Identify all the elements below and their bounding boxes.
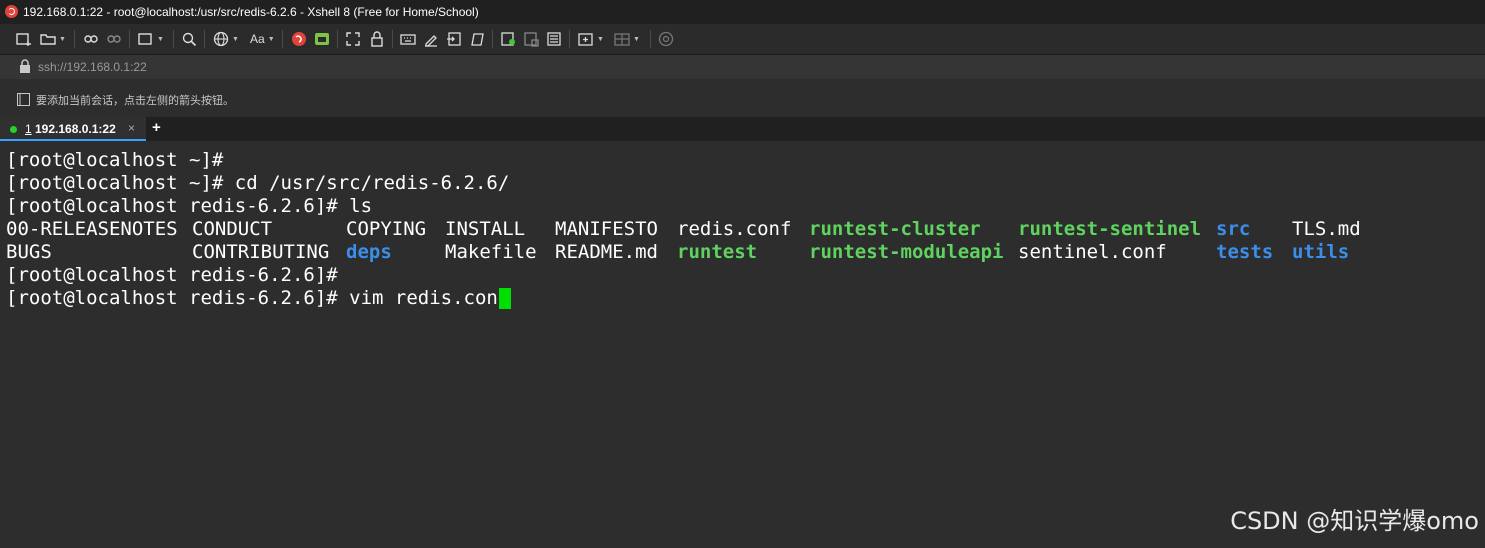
connected-status-icon <box>10 126 17 133</box>
ls-entry-file: redis.conf <box>677 218 792 240</box>
toolbar: ▼ ▼ ▼ Aa ▼ ▼ ▼ <box>0 24 1485 55</box>
toolbar-divider <box>129 30 130 48</box>
ls-entry-file: CONDUCT <box>192 218 273 240</box>
toolbar-divider <box>282 30 283 48</box>
lock-icon <box>19 59 31 79</box>
chevron-down-icon[interactable]: ▼ <box>268 36 275 43</box>
add-folder-icon[interactable]: ▼ <box>578 30 604 48</box>
chevron-down-icon[interactable]: ▼ <box>59 36 66 43</box>
terminal-line: [root@localhost ~]# cd /usr/src/redis-6.… <box>6 172 510 194</box>
ls-entry-dir: utils <box>1292 241 1350 263</box>
find-icon[interactable] <box>181 30 197 48</box>
ls-entry-exec: runtest <box>677 241 758 263</box>
toolbar-divider <box>337 30 338 48</box>
address-bar[interactable]: ssh://192.168.0.1:22 <box>0 55 1485 79</box>
ls-entry-file: Makefile <box>445 241 537 263</box>
tile-icon[interactable] <box>546 30 562 48</box>
ls-entry-file: MANIFESTO <box>555 218 658 240</box>
highlight-icon[interactable] <box>423 30 439 48</box>
keyboard-icon[interactable] <box>400 30 416 48</box>
ls-entry-exec: runtest-sentinel <box>1018 218 1202 240</box>
transfer-icon[interactable] <box>523 30 539 48</box>
ls-entry-dir: tests <box>1216 241 1274 263</box>
toolbar-divider <box>173 30 174 48</box>
ls-entry-file: CONTRIBUTING <box>192 241 330 263</box>
window-title: 192.168.0.1:22 - root@localhost:/usr/src… <box>23 5 479 19</box>
globe-icon[interactable]: ▼ <box>213 30 239 48</box>
xftp-icon[interactable] <box>314 30 330 48</box>
fullscreen-icon[interactable] <box>345 30 361 48</box>
xshell-app-icon <box>5 5 18 18</box>
ls-entry-file: TLS.md <box>1292 218 1361 240</box>
help-icon[interactable] <box>658 30 674 48</box>
ls-entry-file: sentinel.conf <box>1018 241 1167 263</box>
connect-icon[interactable] <box>83 30 99 48</box>
title-bar: 192.168.0.1:22 - root@localhost:/usr/src… <box>0 0 1485 24</box>
disconnect-icon[interactable] <box>106 30 122 48</box>
session-hint-text: 要添加当前会话，点击左侧的箭头按钮。 <box>36 95 234 107</box>
toolbar-divider <box>74 30 75 48</box>
ls-entry-dir: deps <box>346 241 392 263</box>
ls-entry-file: COPYING <box>346 218 427 240</box>
toolbar-divider <box>650 30 651 48</box>
lock-icon[interactable] <box>369 30 385 48</box>
watermark: CSDN @知识学爆omo <box>1230 507 1479 535</box>
ls-entry-dir: src <box>1216 218 1251 240</box>
chevron-down-icon[interactable]: ▼ <box>232 36 239 43</box>
ls-entry-exec: runtest-moduleapi <box>809 241 1004 263</box>
terminal-line: [root@localhost redis-6.2.6]# ls <box>6 195 373 217</box>
chevron-down-icon[interactable]: ▼ <box>633 36 640 43</box>
open-folder-icon[interactable]: ▼ <box>40 30 66 48</box>
toolbar-divider <box>392 30 393 48</box>
close-icon[interactable]: × <box>128 121 135 135</box>
toolbar-divider <box>204 30 205 48</box>
script-icon[interactable] <box>446 30 462 48</box>
tab-session[interactable]: 1 192.168.0.1:22 × <box>0 117 146 141</box>
ls-entry-exec: runtest-cluster <box>809 218 981 240</box>
terminal[interactable]: [root@localhost ~]# [root@localhost ~]# … <box>0 141 1485 548</box>
tab-label: 192.168.0.1:22 <box>35 122 116 136</box>
log-icon[interactable] <box>500 30 516 48</box>
toolbar-divider <box>492 30 493 48</box>
split-icon[interactable]: ▼ <box>614 30 640 48</box>
terminal-line: [root@localhost redis-6.2.6]# <box>6 264 338 286</box>
ls-entry-file: 00-RELEASENOTES <box>6 218 178 240</box>
chevron-down-icon[interactable]: ▼ <box>597 36 604 43</box>
compose-icon[interactable] <box>469 30 485 48</box>
chevron-down-icon[interactable]: ▼ <box>157 36 164 43</box>
ls-entry-file: INSTALL <box>445 218 526 240</box>
terminal-line: [root@localhost redis-6.2.6]# vim redis.… <box>6 287 521 309</box>
new-session-icon[interactable] <box>16 30 32 48</box>
xshell-icon[interactable] <box>291 30 307 48</box>
tab-bar: 1 192.168.0.1:22 × + <box>0 117 1485 141</box>
session-list-icon[interactable] <box>17 93 30 111</box>
terminal-cursor <box>499 288 511 309</box>
address-field[interactable]: ssh://192.168.0.1:22 <box>38 60 147 74</box>
new-tab-button[interactable]: + <box>152 119 161 136</box>
ls-entry-file: BUGS <box>6 241 52 263</box>
terminal-line: [root@localhost ~]# <box>6 149 224 171</box>
tab-number: 1 <box>25 122 32 136</box>
session-bar: 要添加当前会话，点击左侧的箭头按钮。 <box>0 80 1485 117</box>
toolbar-divider <box>569 30 570 48</box>
font-icon[interactable]: Aa ▼ <box>250 30 275 48</box>
new-window-icon[interactable]: ▼ <box>138 30 164 48</box>
ls-entry-file: README.md <box>555 241 658 263</box>
